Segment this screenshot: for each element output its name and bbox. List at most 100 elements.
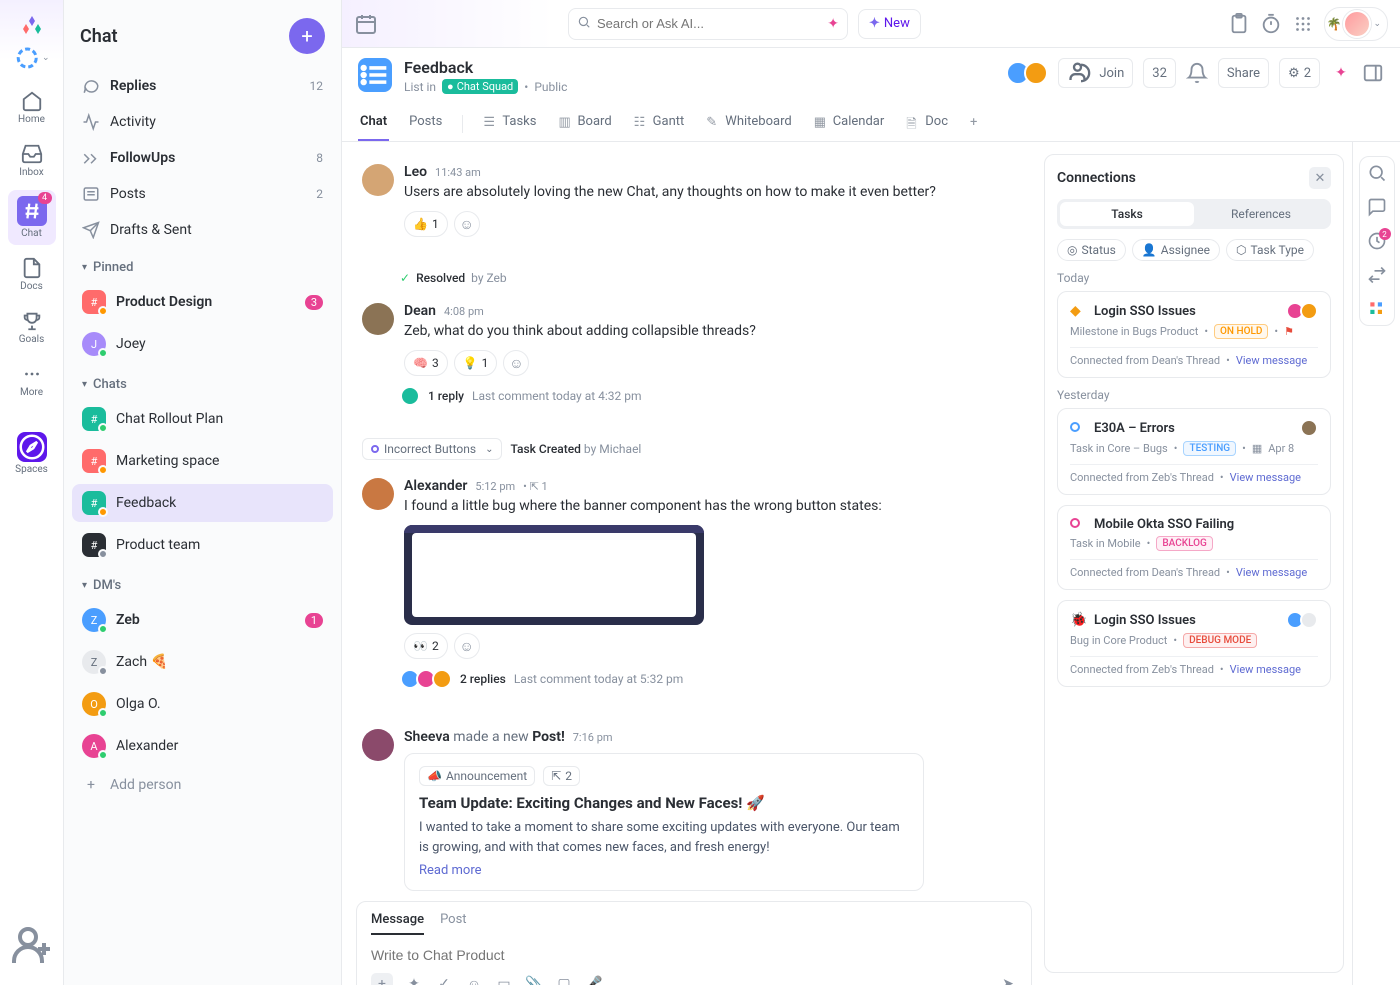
filter-status[interactable]: ◎ Status — [1057, 239, 1126, 261]
sidebar-activity[interactable]: Activity — [72, 106, 333, 138]
tab-doc[interactable]: 🗎Doc — [904, 106, 950, 141]
clipboard-icon[interactable] — [1228, 13, 1250, 35]
tab-chat[interactable]: Chat — [358, 106, 389, 141]
workspace-switcher[interactable]: ⌄ — [14, 46, 50, 70]
timer-icon[interactable] — [1260, 13, 1282, 35]
rail-inbox[interactable]: Inbox — [8, 137, 56, 184]
global-search[interactable]: ✦ — [568, 8, 848, 40]
attachment-icon[interactable]: 📎 — [525, 975, 543, 985]
sidebar-drafts[interactable]: Drafts & Sent — [72, 214, 333, 246]
chat-marketing[interactable]: # Marketing space — [72, 442, 333, 480]
task-check-icon[interactable]: ✓ — [435, 975, 453, 985]
calendar-icon[interactable] — [354, 12, 378, 36]
section-chats[interactable]: ▾Chats — [72, 367, 333, 396]
member-count[interactable]: 32 — [1143, 58, 1176, 88]
author[interactable]: Leo — [404, 164, 427, 180]
read-more-link[interactable]: Read more — [419, 863, 909, 878]
attach-plus-icon[interactable]: + — [371, 973, 393, 985]
chat-product-team[interactable]: # Product team — [72, 526, 333, 564]
avatar[interactable] — [362, 303, 394, 335]
author[interactable]: Dean — [404, 303, 436, 319]
filter-type[interactable]: ⬡ Task Type — [1226, 239, 1314, 261]
view-message-link[interactable]: View message — [1230, 663, 1301, 676]
thread-summary[interactable]: 1 reply Last comment today at 4:32 pm — [404, 386, 1026, 406]
video-icon[interactable]: ▢ — [555, 975, 573, 985]
seg-tasks[interactable]: Tasks — [1060, 202, 1194, 226]
task-pill[interactable]: Incorrect Buttons — [362, 438, 502, 460]
seg-references[interactable]: References — [1194, 202, 1328, 226]
add-reaction[interactable]: ☺ — [454, 211, 480, 237]
dm-olga[interactable]: O Olga O. — [72, 685, 333, 723]
section-pinned[interactable]: ▾Pinned — [72, 250, 333, 279]
new-button[interactable]: ✦New — [858, 9, 921, 39]
pinned-joey[interactable]: J Joey — [72, 325, 333, 363]
author[interactable]: Alexander — [404, 478, 467, 494]
share-button[interactable]: Share — [1218, 58, 1269, 88]
compose-button[interactable]: + — [289, 18, 325, 54]
avatar[interactable] — [362, 478, 394, 510]
rail-chat[interactable]: 4 Chat — [8, 190, 56, 245]
rail-goals[interactable]: Goals — [8, 304, 56, 351]
section-dms[interactable]: ▾DM's — [72, 568, 333, 597]
author[interactable]: Sheeva — [404, 729, 450, 745]
thread-summary[interactable]: 2 replies Last comment today at 5:32 pm — [404, 669, 1026, 689]
reaction[interactable]: 💡1 — [454, 350, 498, 376]
sidebar-followups[interactable]: FollowUps 8 — [72, 142, 333, 174]
invite-button[interactable] — [8, 921, 56, 969]
post-card[interactable]: 📣Announcement ⇱ 2 Team Update: Exciting … — [404, 753, 924, 891]
ai-sparkle-icon[interactable]: ✦ — [1330, 62, 1352, 84]
view-message-link[interactable]: View message — [1236, 566, 1307, 579]
watchers[interactable]: ⚙ 2 — [1279, 58, 1320, 88]
comment-icon[interactable] — [1367, 197, 1387, 217]
add-reaction[interactable]: ☺ — [503, 350, 529, 376]
search-input[interactable] — [597, 16, 821, 31]
join-button[interactable]: Join — [1058, 58, 1133, 88]
dm-zeb[interactable]: Z Zeb 1 — [72, 601, 333, 639]
rail-more[interactable]: More — [8, 357, 56, 404]
reaction[interactable]: 🧠3 — [404, 350, 448, 376]
tab-tasks[interactable]: ☰Tasks — [481, 106, 538, 141]
rail-home[interactable]: Home — [8, 84, 56, 131]
composer-tab-post[interactable]: Post — [440, 912, 467, 935]
tab-gantt[interactable]: ☷Gantt — [632, 106, 687, 141]
link-icon[interactable] — [1367, 265, 1387, 285]
mic-icon[interactable]: 🎤 — [585, 975, 603, 985]
connection-card[interactable]: 🐞 Login SSO Issues Bug in Core Product •… — [1057, 600, 1331, 687]
app-logo[interactable] — [18, 12, 46, 40]
close-icon[interactable]: ✕ — [1309, 167, 1331, 189]
tab-posts[interactable]: Posts — [407, 106, 444, 141]
emoji-icon[interactable]: ☺ — [465, 975, 483, 985]
connection-card[interactable]: E30A – Errors Task in Core – Bugs • TEST… — [1057, 408, 1331, 495]
composer-input[interactable] — [371, 943, 1017, 973]
user-menu[interactable]: 🌴 ⌄ — [1324, 7, 1389, 41]
view-message-link[interactable]: View message — [1236, 354, 1307, 367]
tab-whiteboard[interactable]: ✎Whiteboard — [704, 106, 793, 141]
add-view[interactable]: + — [968, 107, 986, 141]
tab-board[interactable]: ▥Board — [556, 106, 613, 141]
search-icon[interactable] — [1367, 163, 1387, 183]
apps-icon[interactable] — [1292, 13, 1314, 35]
add-reaction[interactable]: ☺ — [454, 633, 480, 659]
bell-icon[interactable] — [1186, 62, 1208, 84]
pinned-product-design[interactable]: # Product Design 3 — [72, 283, 333, 321]
chat-rollout-plan[interactable]: # Chat Rollout Plan — [72, 400, 333, 438]
filter-assignee[interactable]: 👤 Assignee — [1132, 239, 1220, 261]
apps-grid-icon[interactable] — [1367, 299, 1387, 319]
gif-icon[interactable]: ▭ — [495, 975, 513, 985]
rail-spaces[interactable]: Spaces — [8, 426, 56, 481]
connection-card[interactable]: ◆ Login SSO Issues Milestone in Bugs Pro… — [1057, 291, 1331, 378]
reaction[interactable]: 👍1 — [404, 211, 448, 237]
sidebar-toggle-icon[interactable] — [1362, 62, 1384, 84]
space-chip[interactable]: ● Chat Squad — [442, 79, 518, 94]
avatar[interactable] — [362, 164, 394, 196]
view-message-link[interactable]: View message — [1230, 471, 1301, 484]
activity-icon[interactable]: 2 — [1367, 231, 1387, 251]
sidebar-posts[interactable]: Posts 2 — [72, 178, 333, 210]
composer-tab-message[interactable]: Message — [371, 912, 424, 935]
image-attachment[interactable] — [404, 525, 704, 625]
connection-card[interactable]: Mobile Okta SSO Failing Task in Mobile •… — [1057, 505, 1331, 590]
ai-icon[interactable]: ✦ — [405, 975, 423, 985]
dm-alexander[interactable]: A Alexander — [72, 727, 333, 765]
reaction[interactable]: 👀2 — [404, 633, 448, 659]
avatar[interactable] — [362, 729, 394, 761]
